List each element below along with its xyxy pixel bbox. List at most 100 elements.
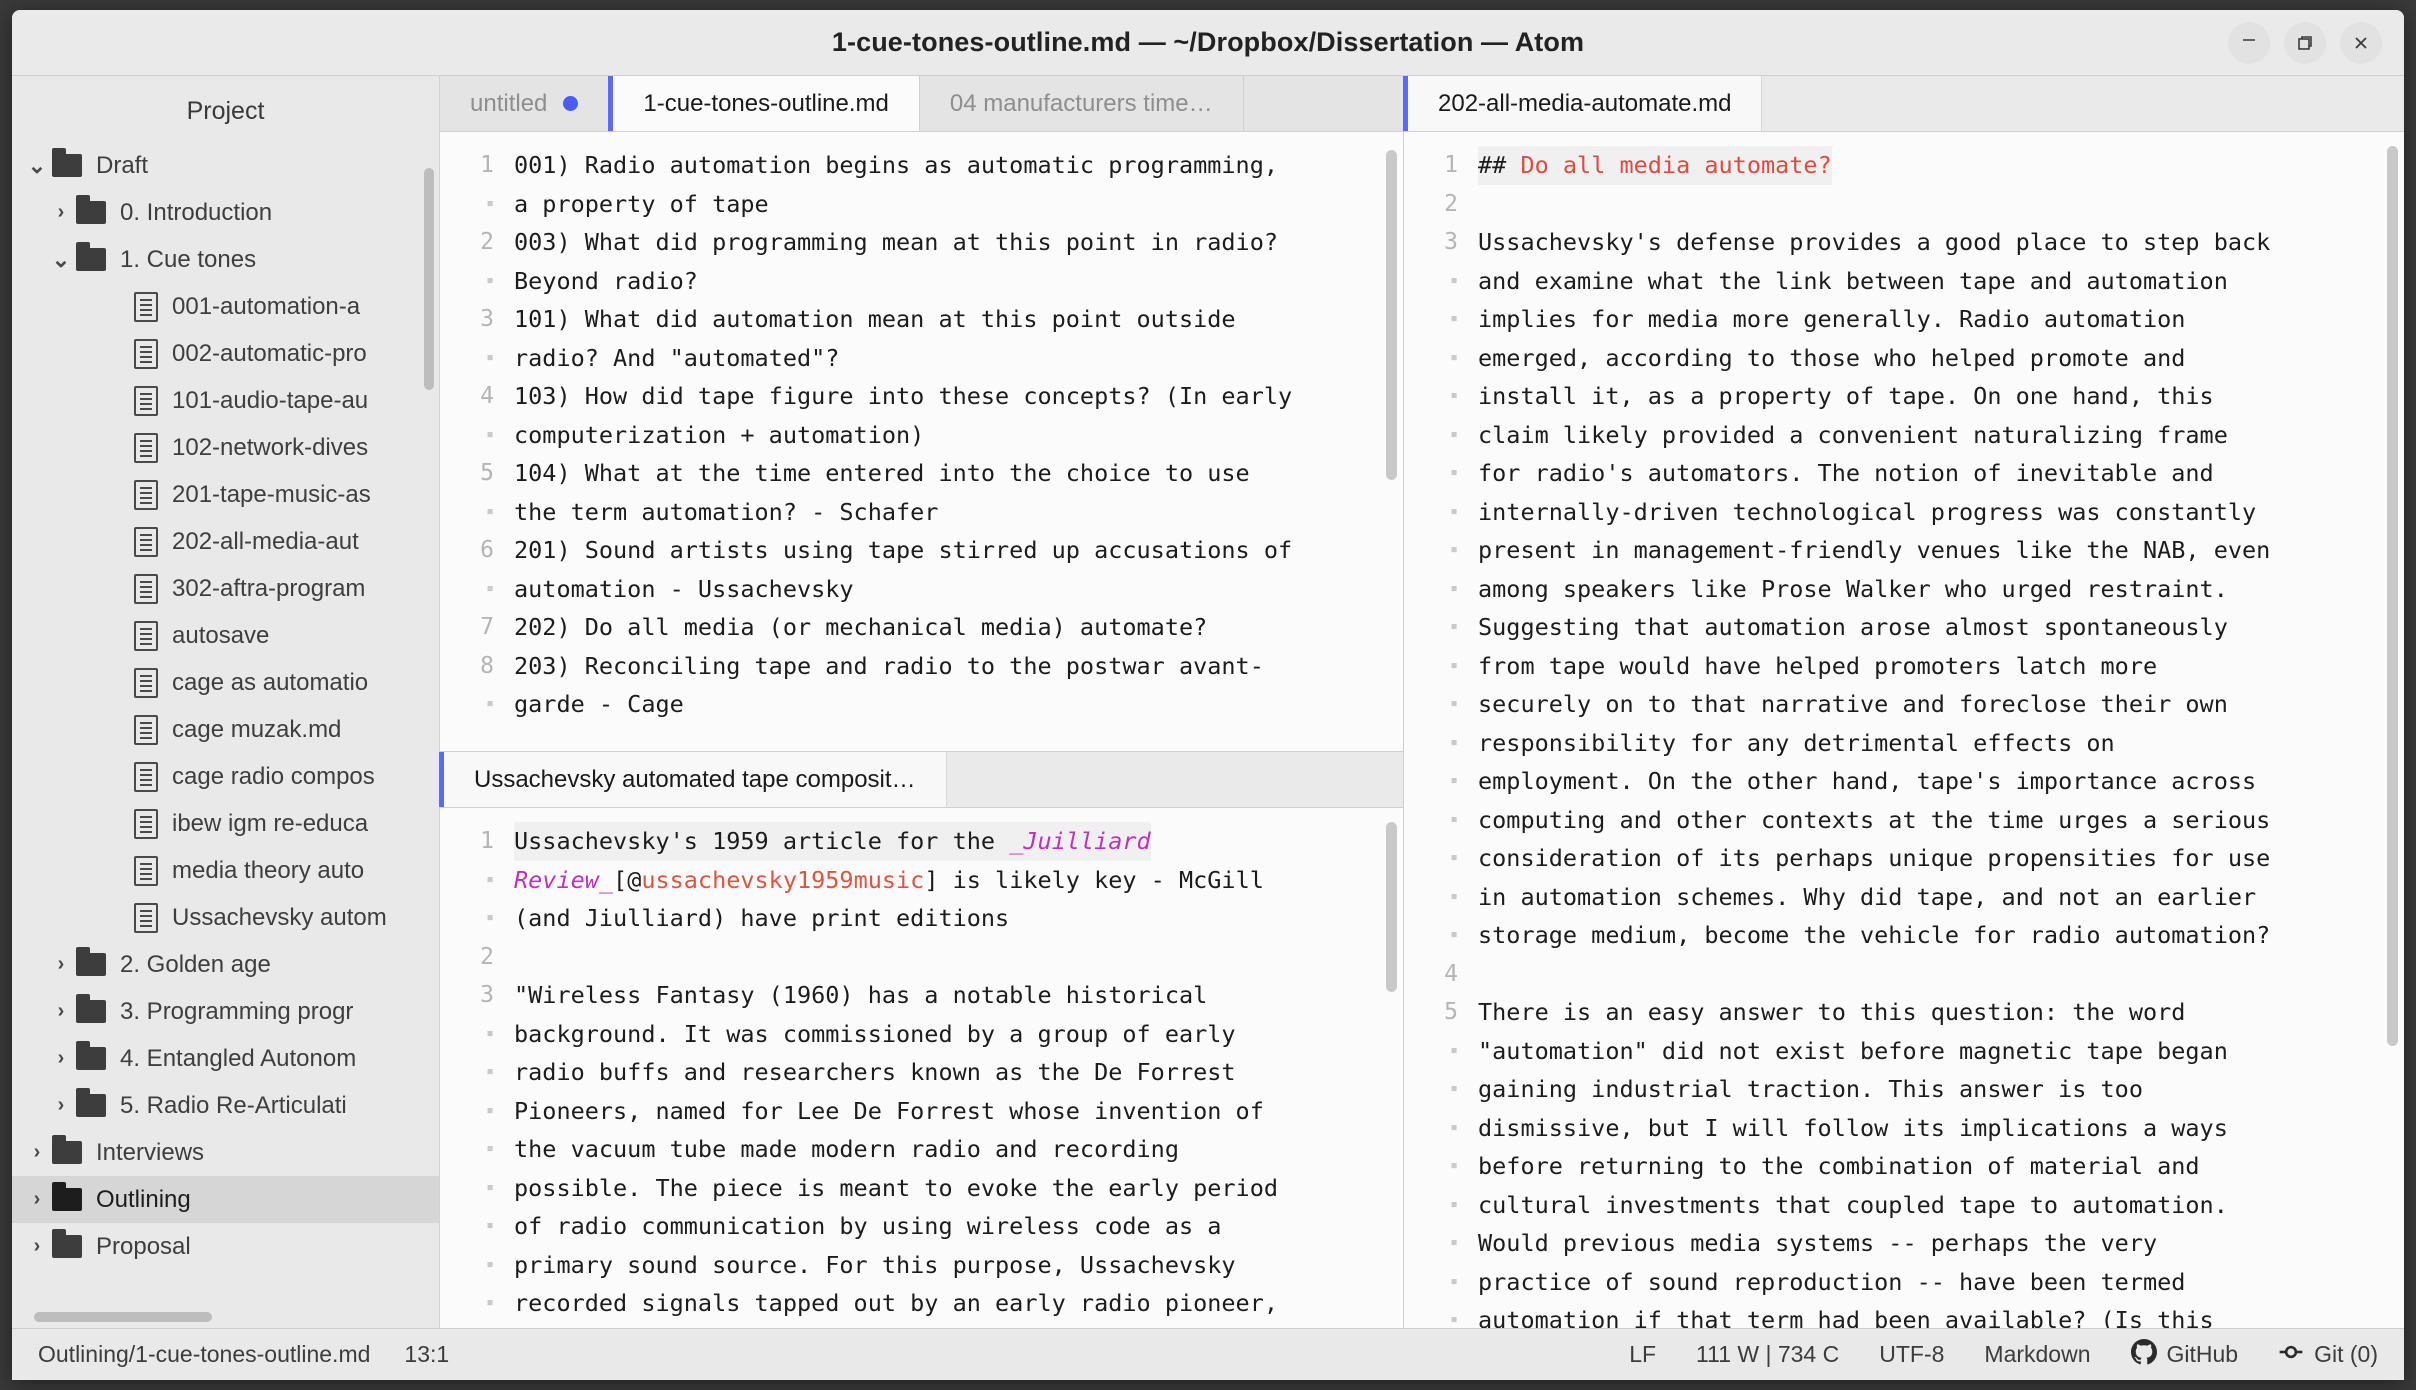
right-editor-scrollbar[interactable] (2387, 146, 2398, 1046)
status-line-ending[interactable]: LF (1629, 1341, 1656, 1368)
chevron-down-icon[interactable]: ⌄ (46, 247, 76, 273)
close-button[interactable] (2340, 21, 2382, 64)
tree-folder-row[interactable]: › 5. Radio Re-Articulati (12, 1082, 439, 1129)
center-editor[interactable]: 1 ▪ 2 ▪ 3 ▪ 4 ▪ 5 ▪ 6 ▪ 7 8 ▪ 001) Radio automation be… (440, 132, 1403, 752)
code-line[interactable]: cultural investments that coupled tape t… (1478, 1186, 2404, 1225)
code-line[interactable]: from tape would have helped promoters la… (1478, 647, 2404, 686)
tree-folder-row[interactable]: › 4. Entangled Autonom (12, 1035, 439, 1082)
code-line[interactable]: Suggesting that automation arose almost … (1478, 608, 2404, 647)
code-line[interactable]: of radio communication by using wireless… (514, 1207, 1403, 1246)
code-line[interactable]: responsibility for any detrimental effec… (1478, 724, 2404, 763)
bottom-editor-scrollbar[interactable] (1386, 822, 1397, 993)
code-line[interactable]: a property of tape (514, 185, 1403, 224)
code-line[interactable]: 103) How did tape figure into these conc… (514, 377, 1403, 416)
right-code-content[interactable]: ## Do all media automate? Ussachevsky's … (1478, 132, 2404, 1328)
code-line[interactable]: 203) Reconciling tape and radio to the p… (514, 647, 1403, 686)
sidebar-horizontal-scrollbar[interactable] (34, 1312, 212, 1322)
right-editor[interactable]: 1 2 3 ▪ ▪ ▪ ▪ ▪ ▪ ▪ ▪ ▪ ▪ ▪ ▪ ▪ ▪ ▪ ▪ ▪ ▪ 4 5 ▪ ▪ ▪ ▪ ▪ ▪ ▪ ▪ ## Do al… (1404, 132, 2404, 1328)
tree-file-row[interactable]: 201-tape-music-as (12, 471, 439, 518)
code-line[interactable]: implies for media more generally. Radio … (1478, 300, 2404, 339)
chevron-down-icon[interactable]: ⌄ (22, 153, 52, 179)
center-editor-scrollbar[interactable] (1386, 150, 1397, 480)
code-line[interactable]: Beyond radio? (514, 262, 1403, 301)
code-line[interactable]: dismissive, but I will follow its implic… (1478, 1109, 2404, 1148)
status-word-char-count[interactable]: 111 W | 734 C (1696, 1341, 1839, 1368)
code-line[interactable]: present in management-friendly venues li… (1478, 531, 2404, 570)
code-line[interactable]: automation if that term had been availab… (1478, 1301, 2404, 1328)
center-code-content[interactable]: 001) Radio automation begins as automati… (514, 132, 1403, 751)
chevron-right-icon[interactable]: › (46, 1000, 76, 1023)
right-tab-bar[interactable]: 202-all-media-automate.md (1403, 76, 2404, 132)
status-git[interactable]: Git (0) (2278, 1339, 2378, 1371)
code-line[interactable]: possible. The piece is meant to evoke th… (514, 1169, 1403, 1208)
code-line[interactable]: emerged, according to those who helped p… (1478, 339, 2404, 378)
tree-file-row[interactable]: ibew igm re-educa (12, 800, 439, 847)
code-line[interactable] (1478, 185, 2404, 224)
code-line[interactable]: Ussachevsky's 1959 article for the _Juil… (514, 822, 1151, 861)
code-line[interactable]: computing and other contexts at the time… (1478, 801, 2404, 840)
tree-file-row[interactable]: autosave (12, 612, 439, 659)
code-line[interactable]: garde - Cage (514, 685, 1403, 724)
tree-file-row[interactable]: 001-automation-a (12, 283, 439, 330)
tree-folder-row[interactable]: › 0. Introduction (12, 189, 439, 236)
chevron-right-icon[interactable]: › (46, 1047, 76, 1070)
status-grammar[interactable]: Markdown (1984, 1341, 2090, 1368)
code-line[interactable]: Ed G. Raser, on old spark generators in … (514, 1323, 1403, 1329)
center-tab-bar[interactable]: untitled 1-cue-tones-outline.md 04 manufac… (440, 76, 1403, 132)
code-line[interactable] (514, 938, 1403, 977)
tree-folder-row[interactable]: › 2. Golden age (12, 941, 439, 988)
tree-file-row[interactable]: 101-audio-tape-au (12, 377, 439, 424)
sidebar-vertical-scrollbar[interactable] (424, 168, 434, 390)
code-line[interactable]: storage medium, become the vehicle for r… (1478, 916, 2404, 955)
bottom-editor[interactable]: 1▪▪23▪▪▪▪▪▪▪▪▪▪ Ussachevsky's 1959 artic… (440, 808, 1403, 1329)
code-line[interactable]: in automation schemes. Why did tape, and… (1478, 878, 2404, 917)
code-line[interactable]: There is an easy answer to this question… (1478, 993, 2404, 1032)
unsaved-indicator-icon[interactable] (563, 96, 579, 111)
tree-file-row[interactable]: 002-automatic-pro (12, 330, 439, 377)
code-line[interactable]: "automation" did not exist before magnet… (1478, 1032, 2404, 1071)
code-line[interactable]: internally-driven technological progress… (1478, 493, 2404, 532)
code-line[interactable]: Pioneers, named for Lee De Forrest whose… (514, 1092, 1403, 1131)
bottom-tab-bar[interactable]: Ussachevsky automated tape composit… (439, 752, 1403, 809)
editor-tab[interactable]: 202-all-media-automate.md (1403, 76, 1763, 131)
code-line[interactable]: before returning to the combination of m… (1478, 1147, 2404, 1186)
code-line[interactable]: and examine what the link between tape a… (1478, 262, 2404, 301)
chevron-right-icon[interactable]: › (22, 1235, 52, 1258)
editor-tab[interactable]: untitled (440, 76, 610, 131)
code-line[interactable]: practice of sound reproduction -- have b… (1478, 1263, 2404, 1302)
code-line[interactable]: Review_[@ussachevsky1959music] is likely… (514, 861, 1403, 900)
editor-tab[interactable]: 1-cue-tones-outline.md (608, 76, 920, 131)
editor-tab[interactable]: 04 manufacturers time… (919, 76, 1244, 131)
status-encoding[interactable]: UTF-8 (1879, 1341, 1944, 1368)
code-line[interactable]: (and Jiulliard) have print editions (514, 899, 1403, 938)
code-line[interactable]: 201) Sound artists using tape stirred up… (514, 531, 1403, 570)
tree-file-row[interactable]: 102-network-dives (12, 424, 439, 471)
tree-file-row[interactable]: 202-all-media-aut (12, 518, 439, 565)
tree-file-row[interactable]: media theory auto (12, 847, 439, 894)
code-line[interactable]: 202) Do all media (or mechanical media) … (514, 608, 1403, 647)
tree-folder-row[interactable]: ⌄ Draft (12, 142, 439, 189)
tree-folder-row[interactable]: › Interviews (12, 1129, 439, 1176)
code-line[interactable]: 003) What did programming mean at this p… (514, 223, 1403, 262)
tree-file-row[interactable]: cage radio compos (12, 753, 439, 800)
chevron-right-icon[interactable]: › (46, 201, 76, 224)
code-line[interactable]: radio? And "automated"? (514, 339, 1403, 378)
code-line[interactable]: for radio's automators. The notion of in… (1478, 454, 2404, 493)
bottom-code-content[interactable]: Ussachevsky's 1959 article for the _Juil… (514, 808, 1403, 1328)
code-line[interactable]: 001) Radio automation begins as automati… (514, 146, 1403, 185)
code-line[interactable]: "Wireless Fantasy (1960) has a notable h… (514, 976, 1403, 1015)
tree-file-row[interactable]: Ussachevsky autom (12, 894, 439, 941)
code-line[interactable]: background. It was commissioned by a gro… (514, 1015, 1403, 1054)
chevron-right-icon[interactable]: › (22, 1188, 52, 1211)
tree-folder-row[interactable]: › Proposal (12, 1223, 439, 1270)
status-cursor-position[interactable]: 13:1 (404, 1341, 449, 1368)
tree-file-row[interactable]: cage muzak.md (12, 706, 439, 753)
minimize-button[interactable] (2228, 21, 2270, 64)
code-line[interactable]: the term automation? - Schafer (514, 493, 1403, 532)
code-line[interactable]: automation - Ussachevsky (514, 570, 1403, 609)
file-tree[interactable]: ⌄ Draft › 0. Introduction ⌄ 1. Cue tones 001-a… (12, 142, 439, 1328)
code-line[interactable]: computerization + automation) (514, 416, 1403, 455)
code-line[interactable]: among speakers like Prose Walker who urg… (1478, 570, 2404, 609)
code-line[interactable]: employment. On the other hand, tape's im… (1478, 762, 2404, 801)
code-line[interactable]: primary sound source. For this purpose, … (514, 1246, 1403, 1285)
